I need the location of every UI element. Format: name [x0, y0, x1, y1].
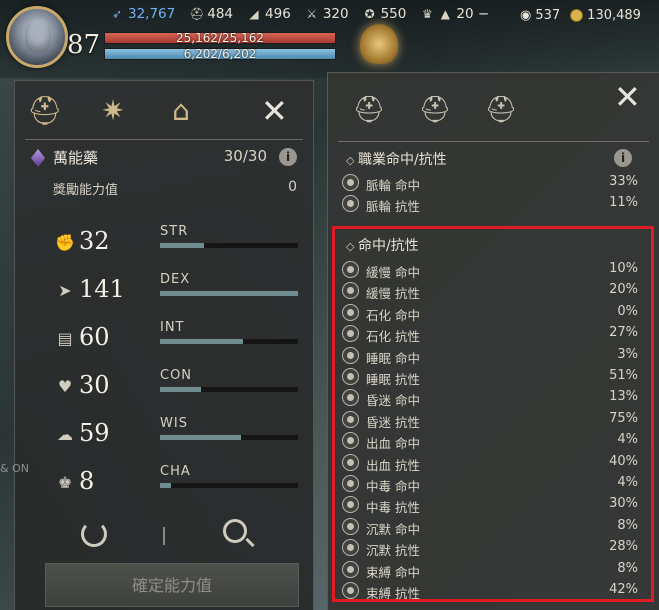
attribute-bar-fill: [160, 435, 242, 440]
bonus-stat-value: 0: [288, 179, 297, 195]
elixir-potion-icon: [31, 149, 45, 167]
elixir-name: 萬能藥: [53, 149, 99, 167]
attribute-name: DEX: [160, 272, 191, 287]
character-avatar[interactable]: [6, 6, 68, 68]
stat-panel: ⛑ ✷ ⌂ ✕ 萬能藥 30/30 i 獎勵能力值 0 ✊ 32 STR ➤ 1…: [14, 80, 314, 610]
attribute-bar-fill: [160, 339, 243, 344]
attribute-value: 30: [79, 371, 110, 399]
trophy-icon: ♛: [421, 7, 433, 21]
elixir-info-icon[interactable]: i: [279, 148, 297, 166]
triangle-emblem-icon: ▲: [440, 7, 450, 21]
boot-icon: ◢: [249, 7, 259, 21]
class-hit-row: 脈輪 命中 33%: [342, 173, 638, 193]
hud-currency-gold: 130,489: [570, 8, 641, 23]
hp-bar: 25,162/25,162: [104, 31, 336, 45]
attribute-value: 32: [79, 227, 110, 255]
attribute-bar: [160, 435, 298, 440]
attribute-value: 141: [79, 275, 125, 303]
helmet-shield-tab-icon[interactable]: ⛑: [482, 91, 520, 129]
class-hit-info-icon[interactable]: i: [614, 149, 632, 167]
action-divider: [163, 527, 165, 545]
attribute-bar-fill: [160, 483, 172, 488]
attribute-cha[interactable]: ♚ 8 CHA: [55, 464, 305, 507]
hud-stat-medal: ✪ 550: [364, 6, 407, 22]
attribute-bar: [160, 483, 298, 488]
attribute-bar: [160, 339, 298, 344]
reset-refresh-icon[interactable]: [81, 521, 107, 547]
attribute-bar-fill: [160, 291, 298, 296]
attribute-int[interactable]: ▤ 60 INT: [55, 320, 305, 363]
hud-stat-evasion: ◢ 496: [247, 6, 290, 22]
crossed-swords-icon: ⚔: [306, 7, 318, 21]
attribute-value: 8: [79, 467, 95, 495]
brain-icon: ☁: [57, 425, 73, 444]
attribute-bar-fill: [160, 387, 202, 392]
medal-icon: ✪: [364, 7, 375, 21]
feather-icon: ➶: [111, 7, 123, 21]
coin-icon: [570, 9, 584, 22]
helmet-gear-tab-icon[interactable]: ⛑: [350, 91, 388, 129]
confirm-stats-button[interactable]: 確定能力值: [45, 563, 299, 607]
book-icon: ▤: [57, 329, 73, 348]
hud-stat-defense: ⛑ 484: [189, 6, 234, 22]
chakra-icon: [342, 174, 359, 191]
magnifier-search-icon[interactable]: [223, 519, 247, 543]
attribute-bar-fill: [160, 243, 205, 248]
crown-icon: ♚: [57, 473, 73, 492]
bonus-stat-label: 獎勵能力值: [53, 183, 119, 198]
hud-stat-trophy: ♛ ▲ 20 −: [421, 6, 490, 22]
heart-icon: ♥: [57, 377, 73, 396]
attribute-name: INT: [160, 320, 185, 335]
attribute-name: STR: [160, 224, 189, 239]
attribute-bar: [160, 291, 298, 296]
bonus-stat-row: 獎勵能力值 0: [53, 179, 297, 198]
elixir-row: 萬能藥 30/30 i: [31, 147, 297, 169]
attribute-wis[interactable]: ☁ 59 WIS: [55, 416, 305, 459]
hud-currency-row: ◉ 537 130,489: [520, 8, 641, 23]
chakra-icon: [342, 195, 359, 212]
stat-panel-divider: [25, 139, 303, 140]
attribute-bar: [160, 387, 298, 392]
stat-panel-actions: [15, 519, 313, 559]
attribute-bar: [160, 243, 298, 248]
class-resist-row: 脈輪 抗性 11%: [342, 194, 638, 214]
attribute-dex[interactable]: ➤ 141 DEX: [55, 272, 305, 315]
helmet-plus-tab-icon[interactable]: ⛑: [416, 91, 454, 129]
hit-resist-divider: [338, 141, 649, 142]
top-hud: 87 ➶ 32,767 ⛑ 484 ◢ 496 ⚔ 320 ✪ 550 ♛ ▲ …: [0, 0, 659, 78]
attribute-con[interactable]: ♥ 30 CON: [55, 368, 305, 411]
mp-text: 6,202/6,202: [183, 47, 257, 61]
dash-icon: ➤: [58, 281, 72, 300]
muscle-icon: ✊: [55, 233, 75, 252]
mp-bar: 6,202/6,202: [104, 47, 336, 61]
attribute-value: 60: [79, 323, 110, 351]
attribute-value: 59: [79, 419, 110, 447]
helmet-icon: ⛑: [189, 7, 205, 21]
red-highlight-box: [332, 226, 654, 602]
house-tab-icon[interactable]: ⌂: [161, 91, 201, 131]
attribute-name: WIS: [160, 416, 188, 431]
eye-icon: ◉: [520, 8, 532, 23]
compass-star-tab-icon[interactable]: ✷: [93, 91, 133, 131]
character-level: 87: [67, 30, 101, 60]
hud-stat-attack: ⚔ 320: [306, 6, 349, 22]
hud-currency-eye: ◉ 537: [520, 8, 561, 23]
attribute-name: CHA: [160, 464, 191, 479]
hud-stat-combat-power: ➶ 32,767: [111, 6, 176, 22]
class-hit-resist-title: 職業命中/抗性: [346, 149, 447, 169]
elixir-count: 30/30: [223, 147, 267, 165]
attribute-str[interactable]: ✊ 32 STR: [55, 224, 305, 267]
hit-resist-close-button[interactable]: ✕: [614, 81, 641, 113]
hp-text: 25,162/25,162: [175, 31, 265, 45]
hit-resist-tabs: ⛑ ⛑ ⛑: [350, 91, 520, 129]
auto-on-label: & ON: [0, 462, 29, 475]
warrior-helmet-tab-icon[interactable]: ⛑: [25, 91, 65, 131]
attribute-name: CON: [160, 368, 193, 383]
hud-stat-row: ➶ 32,767 ⛑ 484 ◢ 496 ⚔ 320 ✪ 550 ♛ ▲ 20 …: [110, 6, 489, 22]
stat-panel-close-button[interactable]: ✕: [261, 95, 288, 127]
guild-crest-icon[interactable]: [360, 24, 398, 64]
